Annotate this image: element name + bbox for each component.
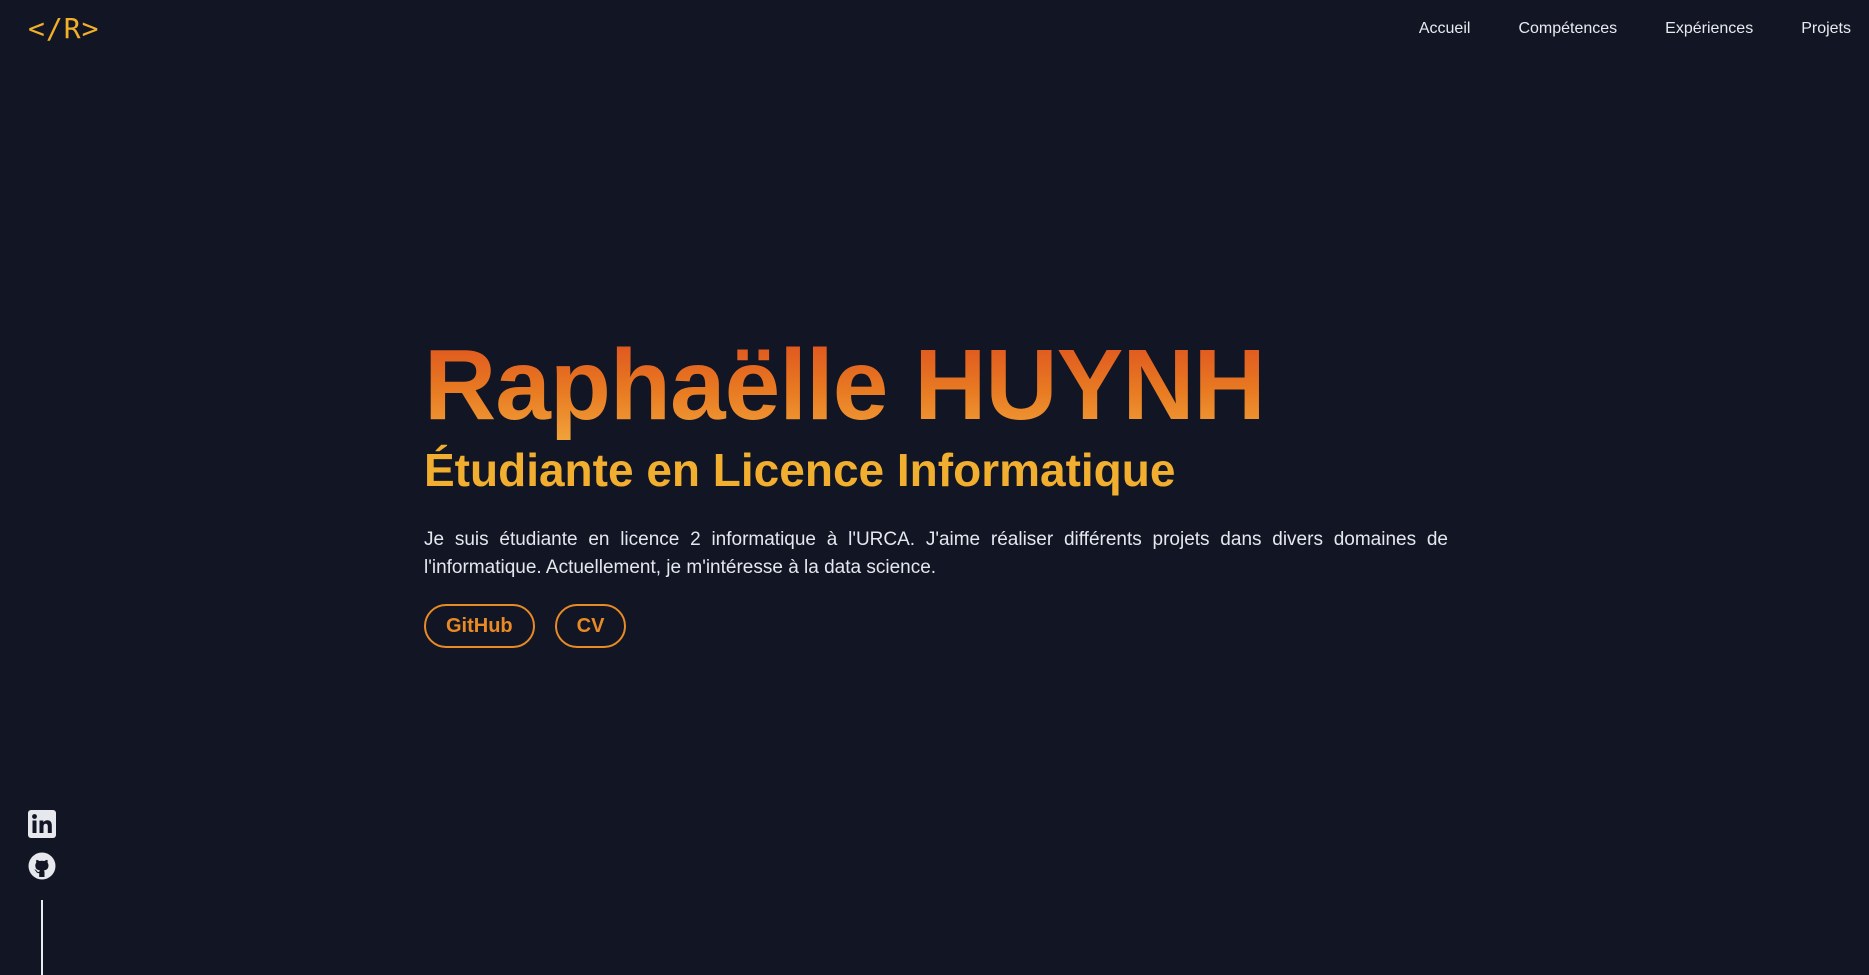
hero-buttons: GitHub CV bbox=[424, 604, 1448, 648]
social-divider-line bbox=[41, 900, 43, 975]
hero-name: Raphaëlle HUYNH bbox=[424, 330, 1448, 440]
github-link[interactable] bbox=[28, 852, 56, 880]
nav-accueil[interactable]: Accueil bbox=[1419, 18, 1471, 40]
main-nav: Accueil Compétences Expériences Projets bbox=[1419, 18, 1851, 40]
linkedin-icon bbox=[28, 810, 56, 838]
nav-experiences[interactable]: Expériences bbox=[1665, 18, 1753, 40]
nav-competences[interactable]: Compétences bbox=[1518, 18, 1617, 40]
cv-button[interactable]: CV bbox=[554, 604, 627, 648]
hero-intro: Je suis étudiante en licence 2 informati… bbox=[424, 529, 1448, 578]
social-links bbox=[28, 810, 56, 880]
site-logo[interactable]: </R> bbox=[28, 12, 99, 46]
hero-section: Raphaëlle HUYNH Étudiante en Licence Inf… bbox=[424, 330, 1448, 648]
linkedin-link[interactable] bbox=[28, 810, 56, 838]
hero-subtitle: Étudiante en Licence Informatique bbox=[424, 444, 1176, 496]
github-icon bbox=[28, 852, 56, 880]
github-button[interactable]: GitHub bbox=[424, 604, 535, 648]
nav-projets[interactable]: Projets bbox=[1801, 18, 1851, 40]
